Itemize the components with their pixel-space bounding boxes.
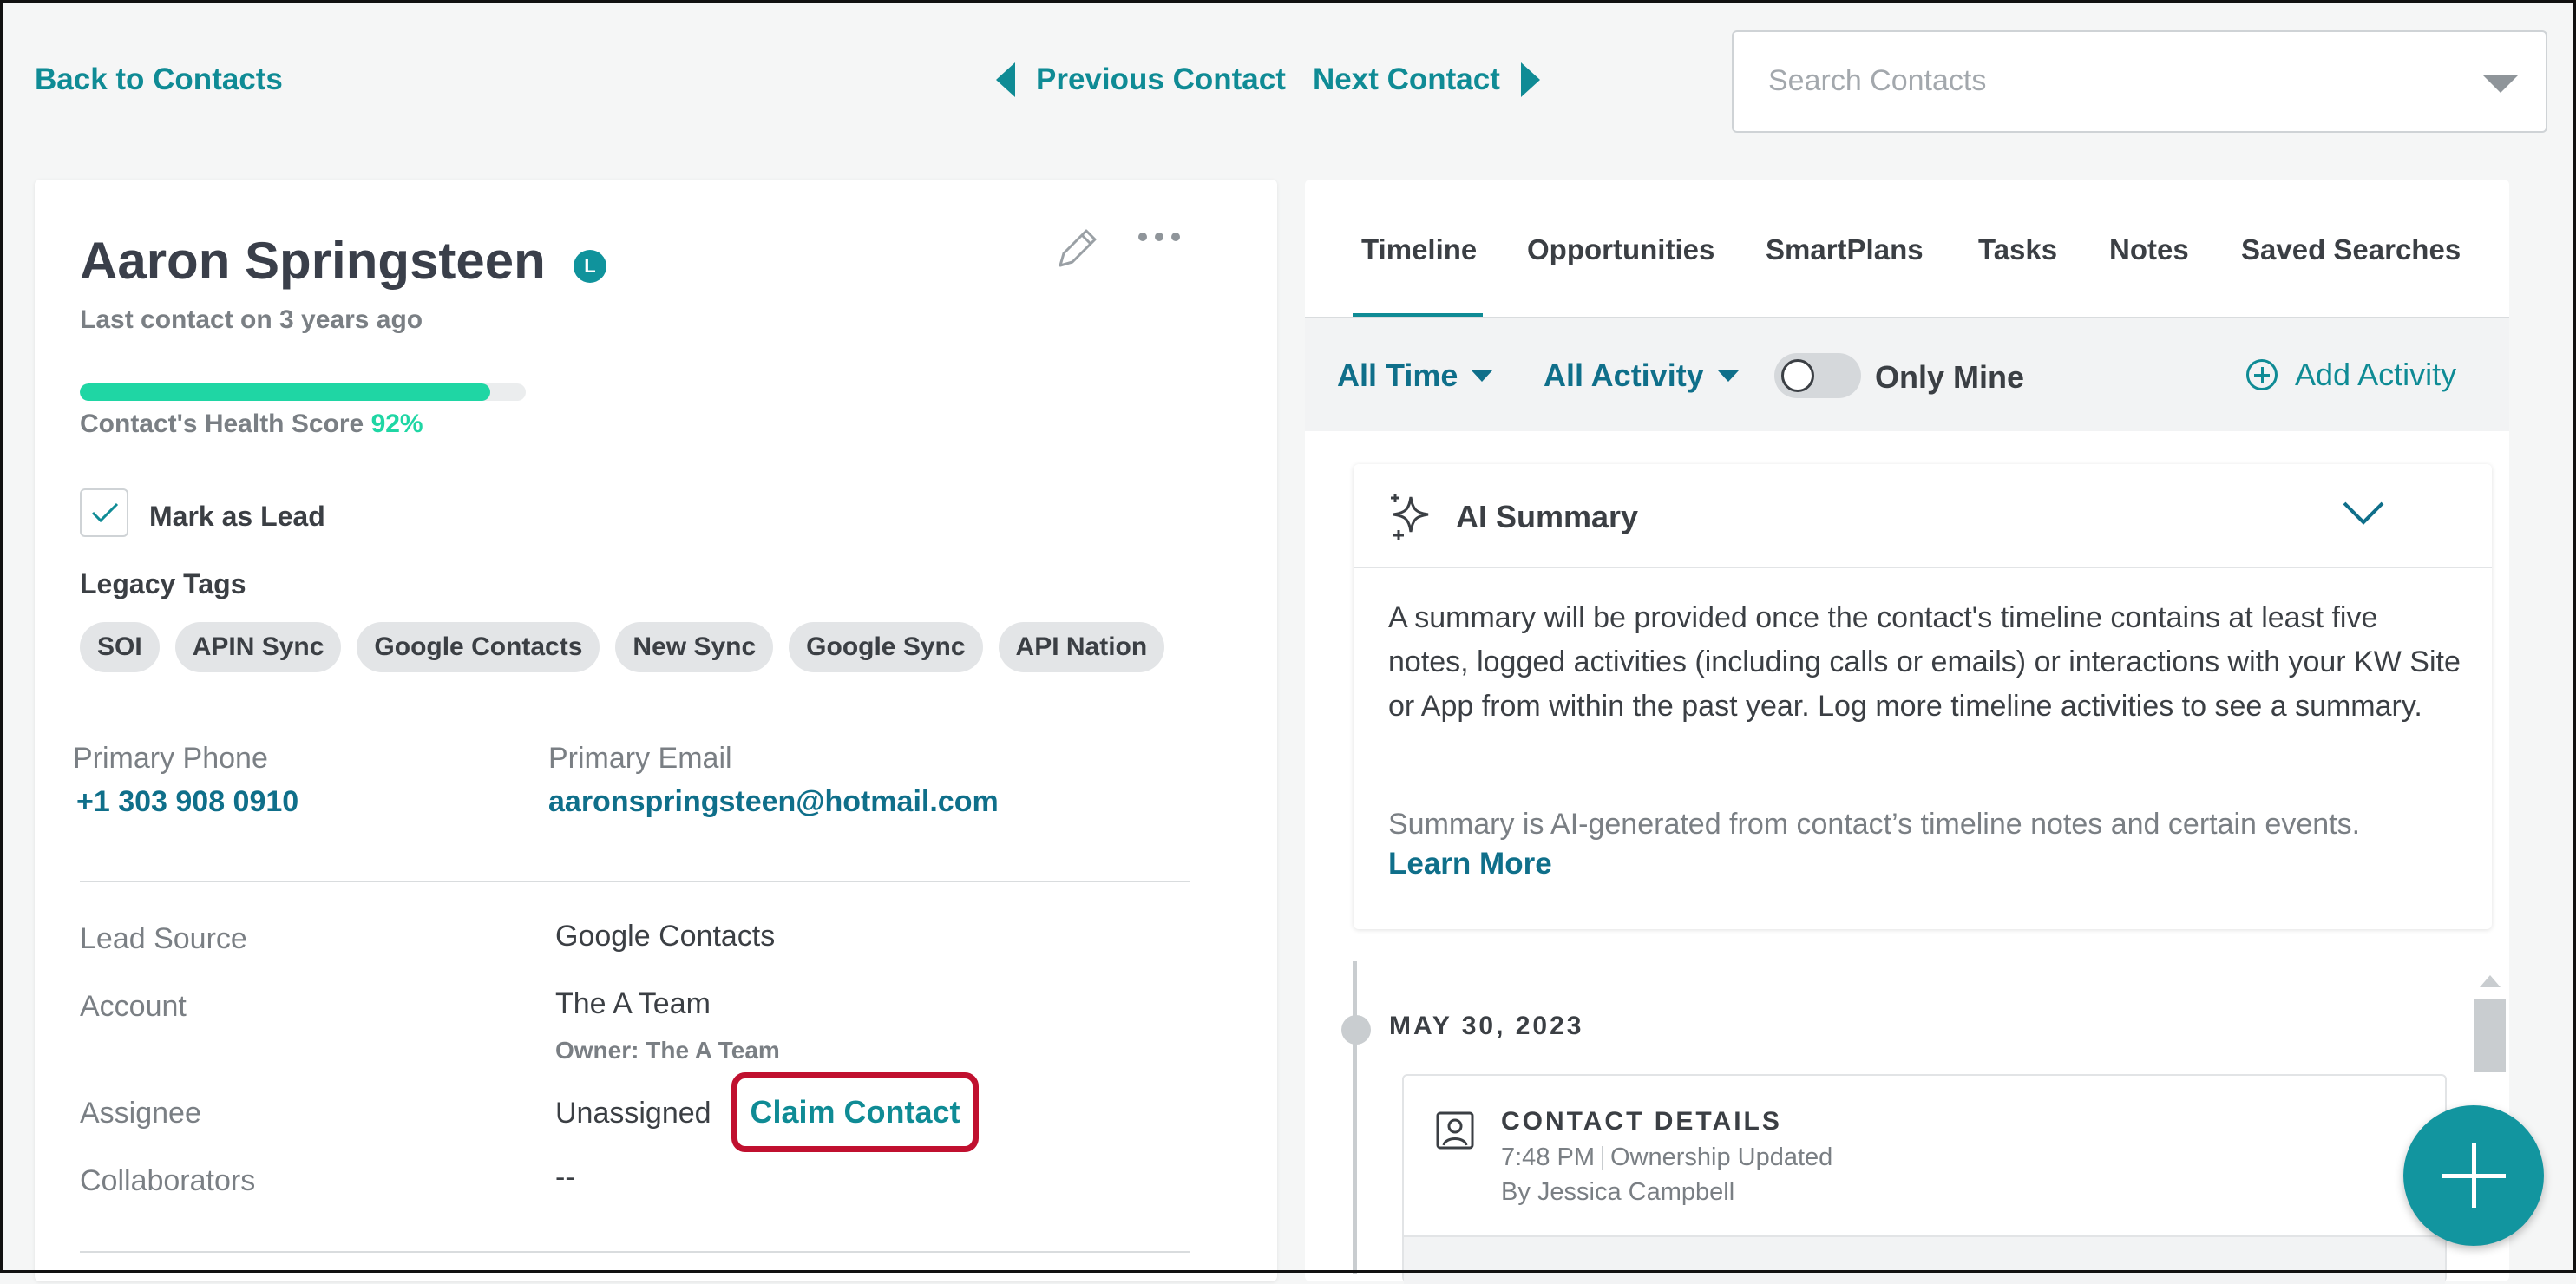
chevron-left-icon bbox=[996, 62, 1015, 97]
tag-chip[interactable]: APIN Sync bbox=[174, 622, 342, 672]
chevron-down-icon[interactable] bbox=[2342, 499, 2385, 527]
primary-email-link[interactable]: aaronspringsteen@hotmail.com bbox=[548, 785, 999, 819]
back-to-contacts-link[interactable]: Back to Contacts bbox=[35, 62, 283, 97]
claim-contact-button[interactable]: Claim Contact bbox=[731, 1072, 979, 1152]
divider bbox=[80, 1251, 1190, 1253]
tab-opportunities[interactable]: Opportunities bbox=[1527, 233, 1714, 266]
add-circle-icon bbox=[2246, 359, 2278, 390]
timeline-filters: All Time All Activity Only Mine Add Acti… bbox=[1305, 318, 2509, 431]
timeline-entry[interactable]: CONTACT DETAILS 7:48 PM Ownership Updated… bbox=[1402, 1074, 2447, 1284]
ai-summary-header[interactable]: AI Summary bbox=[1354, 464, 2492, 568]
primary-phone-label: Primary Phone bbox=[73, 742, 268, 775]
scrollbar-thumb[interactable] bbox=[2474, 999, 2506, 1072]
assignee-value: Unassigned bbox=[555, 1097, 711, 1130]
activity-filter-dropdown[interactable]: All Activity bbox=[1544, 357, 1739, 394]
lead-source-value: Google Contacts bbox=[555, 920, 776, 953]
checkmark-icon bbox=[91, 502, 119, 523]
mark-as-lead-label: Mark as Lead bbox=[149, 501, 325, 532]
primary-email-label: Primary Email bbox=[548, 742, 732, 775]
health-score-bar bbox=[80, 383, 526, 401]
time-filter-dropdown[interactable]: All Time bbox=[1337, 357, 1493, 394]
activity-filter-label: All Activity bbox=[1544, 357, 1704, 393]
health-score-percent: 92% bbox=[370, 409, 423, 438]
tab-notes[interactable]: Notes bbox=[2109, 233, 2189, 266]
timeline-entry-author: By Jessica Campbell bbox=[1501, 1178, 1735, 1206]
tag-chip[interactable]: API Nation bbox=[998, 622, 1165, 672]
next-contact-label: Next Contact bbox=[1313, 62, 1500, 96]
collaborators-label: Collaborators bbox=[80, 1164, 256, 1197]
chevron-down-icon[interactable] bbox=[2483, 75, 2518, 93]
timeline-entry-title: CONTACT DETAILS bbox=[1501, 1107, 1782, 1136]
timeline-entry-time: 7:48 PM bbox=[1501, 1143, 1595, 1171]
caret-down-icon bbox=[1472, 370, 1493, 382]
add-activity-label: Add Activity bbox=[2295, 357, 2457, 392]
add-fab-button[interactable] bbox=[2403, 1105, 2544, 1246]
contact-card-icon bbox=[1436, 1111, 1474, 1150]
legacy-tags-heading: Legacy Tags bbox=[80, 568, 246, 599]
tab-saved-searches[interactable]: Saved Searches bbox=[2241, 233, 2461, 266]
more-options-icon[interactable] bbox=[1138, 233, 1180, 241]
caret-down-icon bbox=[1717, 370, 1739, 382]
previous-contact-link[interactable]: Previous Contact bbox=[996, 62, 1286, 97]
account-value: The A Team bbox=[555, 987, 711, 1020]
mark-as-lead-checkbox[interactable] bbox=[80, 488, 128, 537]
account-label: Account bbox=[80, 990, 187, 1023]
divider bbox=[80, 881, 1190, 882]
contact-name: Aaron Springsteen bbox=[80, 232, 546, 290]
primary-phone-link[interactable]: +1 303 908 0910 bbox=[76, 785, 298, 819]
collaborators-value: -- bbox=[555, 1161, 575, 1194]
next-contact-link[interactable]: Next Contact bbox=[1313, 62, 1540, 97]
previous-contact-label: Previous Contact bbox=[1036, 62, 1286, 96]
lead-source-label: Lead Source bbox=[80, 922, 247, 955]
tag-chip[interactable]: Google Sync bbox=[789, 622, 983, 672]
assignee-label: Assignee bbox=[80, 1097, 201, 1130]
edit-pencil-icon[interactable] bbox=[1052, 222, 1104, 274]
health-score-fill bbox=[80, 383, 490, 401]
sparkles-icon bbox=[1391, 494, 1429, 540]
only-mine-label: Only Mine bbox=[1875, 359, 2025, 395]
learn-more-link[interactable]: Learn More bbox=[1388, 847, 1552, 881]
ai-summary-disclaimer: Summary is AI-generated from contact’s t… bbox=[1388, 808, 2361, 841]
tab-tasks[interactable]: Tasks bbox=[1978, 233, 2057, 266]
ai-summary-card: AI Summary A summary will be provided on… bbox=[1354, 464, 2492, 929]
chevron-right-icon bbox=[1520, 62, 1540, 97]
only-mine-toggle[interactable] bbox=[1774, 353, 1861, 398]
tab-bar: Timeline Opportunities SmartPlans Tasks … bbox=[1305, 180, 2509, 318]
timeline-entry-event: Ownership Updated bbox=[1610, 1143, 1833, 1171]
tag-chip[interactable]: Google Contacts bbox=[357, 622, 600, 672]
ai-summary-text: A summary will be provided once the cont… bbox=[1388, 601, 2461, 723]
timeline-entry-footer bbox=[1404, 1235, 2445, 1284]
scroll-up-arrow-icon[interactable] bbox=[2480, 975, 2501, 987]
tab-timeline[interactable]: Timeline bbox=[1361, 233, 1477, 266]
timeline-line bbox=[1353, 961, 1357, 1274]
timeline-date: MAY 30, 2023 bbox=[1389, 1012, 1584, 1040]
timeline-dot bbox=[1341, 1015, 1371, 1045]
timeline-entry-meta: 7:48 PM Ownership Updated bbox=[1501, 1143, 1832, 1172]
lead-badge: L bbox=[574, 250, 606, 283]
tag-list: SOI APIN Sync Google Contacts New Sync G… bbox=[80, 622, 1165, 672]
tag-chip[interactable]: New Sync bbox=[615, 622, 774, 672]
active-tab-indicator bbox=[1353, 313, 1483, 317]
last-contact-text: Last contact on 3 years ago bbox=[80, 305, 423, 334]
health-score-text: Contact's Health Score bbox=[80, 409, 364, 438]
search-contacts-input[interactable] bbox=[1766, 63, 2447, 99]
time-filter-label: All Time bbox=[1337, 357, 1458, 393]
add-activity-button[interactable]: Add Activity bbox=[2246, 357, 2456, 393]
health-score-label: Contact's Health Score 92% bbox=[80, 409, 423, 439]
ai-summary-title: AI Summary bbox=[1456, 499, 1639, 534]
tab-smartplans[interactable]: SmartPlans bbox=[1766, 233, 1924, 266]
search-contacts-box[interactable] bbox=[1732, 30, 2547, 133]
tag-chip[interactable]: SOI bbox=[80, 622, 160, 672]
account-owner: Owner: The A Team bbox=[555, 1037, 780, 1064]
